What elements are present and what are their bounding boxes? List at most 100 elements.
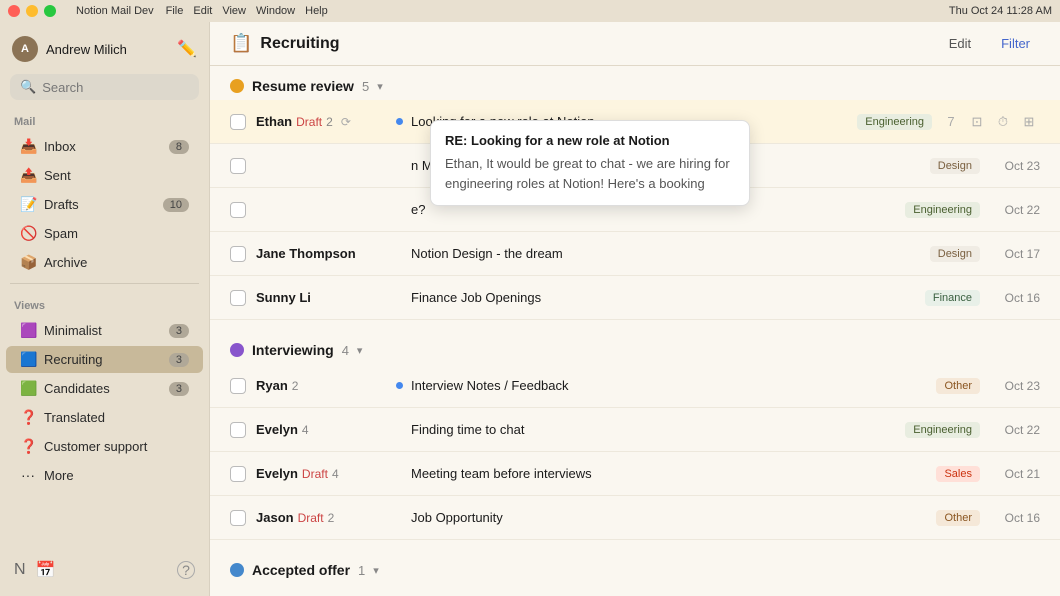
row-sender-ryan: Ryan 2 — [256, 378, 396, 393]
sidebar-item-spam[interactable]: 🚫 Spam — [6, 220, 203, 247]
group-chevron-accepted[interactable]: ▾ — [373, 564, 379, 577]
notion-icon[interactable]: N — [14, 561, 26, 579]
group-title-resume: Resume review — [252, 78, 354, 94]
candidates-badge: 3 — [169, 382, 189, 396]
archive-label: Archive — [44, 255, 189, 270]
unread-dot — [396, 382, 403, 389]
compose-icon[interactable]: ✏️ — [177, 39, 197, 59]
action-icon-1[interactable]: 7 — [940, 111, 962, 133]
recruiting-badge: 3 — [169, 353, 189, 367]
customer-support-icon: ❓ — [20, 438, 36, 455]
minimalist-icon: 🟪 — [20, 322, 36, 339]
row-tag-evelyn-2: Sales — [936, 466, 980, 482]
search-icon: 🔍 — [20, 79, 36, 95]
more-icon: ··· — [20, 467, 36, 483]
group-chevron-resume[interactable]: ▾ — [377, 80, 383, 93]
inbox-label: Inbox — [44, 139, 161, 154]
close-button[interactable] — [8, 5, 20, 17]
row-checkbox[interactable] — [230, 158, 246, 174]
group-chevron-interviewing[interactable]: ▾ — [357, 344, 363, 357]
email-row-ethan[interactable]: Ethan Draft 2 ⟳ Looking for a new role a… — [210, 100, 1060, 144]
main-panel: 📋 Recruiting Edit Filter Resume review 5… — [210, 22, 1060, 596]
menu-file[interactable]: File — [166, 5, 184, 17]
candidates-icon: 🟩 — [20, 380, 36, 397]
app-name: Notion Mail Dev — [76, 5, 154, 17]
spacer-2 — [210, 540, 1060, 550]
sidebar-item-drafts[interactable]: 📝 Drafts 10 — [6, 191, 203, 218]
search-bar[interactable]: 🔍 Search — [10, 74, 199, 100]
sidebar-item-inbox[interactable]: 📥 Inbox 8 — [6, 133, 203, 160]
action-icon-4[interactable]: ⊞ — [1018, 111, 1040, 133]
page-icon: 📋 — [230, 33, 252, 54]
row-tag-jason: Other — [936, 510, 980, 526]
action-icon-2[interactable]: ⊡ — [966, 111, 988, 133]
group-dot-resume — [230, 79, 244, 93]
datetime: Thu Oct 24 11:28 AM — [949, 5, 1052, 17]
email-row-jane[interactable]: Jane Thompson Notion Design - the dream … — [210, 232, 1060, 276]
sync-icon: ⟳ — [341, 115, 351, 129]
sidebar: A Andrew Milich ✏️ 🔍 Search Mail 📥 Inbox… — [0, 22, 210, 596]
account-switcher[interactable]: A Andrew Milich ✏️ — [0, 30, 209, 68]
email-row-eli[interactable]: Eli MacKinnon Working at Notion Engineer… — [210, 584, 1060, 596]
row-subject-jason: Job Opportunity — [411, 510, 926, 525]
sidebar-item-minimalist[interactable]: 🟪 Minimalist 3 — [6, 317, 203, 344]
spam-icon: 🚫 — [20, 225, 36, 242]
row-sender-jason: Jason Draft 2 — [256, 510, 396, 525]
titlebar: Notion Mail Dev File Edit View Window He… — [0, 0, 1060, 22]
row-subject-evelyn-2: Meeting team before interviews — [411, 466, 926, 481]
sidebar-divider — [10, 283, 199, 284]
edit-button[interactable]: Edit — [939, 32, 981, 55]
row-date-ryan: Oct 23 — [990, 379, 1040, 393]
row-sender-jane: Jane Thompson — [256, 246, 396, 261]
sidebar-item-archive[interactable]: 📦 Archive — [6, 249, 203, 276]
row-checkbox[interactable] — [230, 422, 246, 438]
row-actions-ethan: 7 ⊡ ⏱ ⊞ — [940, 111, 1040, 133]
sidebar-item-customer-support[interactable]: ❓ Customer support — [6, 433, 203, 460]
row-checkbox[interactable] — [230, 466, 246, 482]
drafts-badge: 10 — [163, 198, 189, 212]
filter-button[interactable]: Filter — [991, 32, 1040, 55]
row-checkbox[interactable] — [230, 510, 246, 526]
group-count-interviewing: 4 — [342, 343, 349, 358]
spacer — [210, 320, 1060, 330]
row-checkbox[interactable] — [230, 202, 246, 218]
menu-window[interactable]: Window — [256, 5, 295, 17]
row-checkbox[interactable] — [230, 290, 246, 306]
menu-bar: File Edit View Window Help — [166, 5, 328, 17]
sidebar-item-sent[interactable]: 📤 Sent — [6, 162, 203, 189]
row-tag-ryan: Other — [936, 378, 980, 394]
page-title: Recruiting — [260, 35, 339, 53]
sidebar-item-translated[interactable]: ❓ Translated — [6, 404, 203, 431]
main-header: 📋 Recruiting Edit Filter — [210, 22, 1060, 66]
row-checkbox[interactable] — [230, 246, 246, 262]
mail-section-label: Mail — [0, 106, 209, 132]
row-sender-evelyn-1: Evelyn 4 — [256, 422, 396, 437]
action-icon-3[interactable]: ⏱ — [992, 111, 1014, 133]
row-sender-evelyn-2: Evelyn Draft 4 — [256, 466, 396, 481]
sidebar-item-recruiting[interactable]: 🟦 Recruiting 3 — [6, 346, 203, 373]
translated-icon: ❓ — [20, 409, 36, 426]
row-date-2: Oct 23 — [990, 159, 1040, 173]
email-row-sunny[interactable]: Sunny Li Finance Job Openings Finance Oc… — [210, 276, 1060, 320]
sidebar-footer: N 📅 ? — [0, 552, 209, 588]
row-checkbox[interactable] — [230, 378, 246, 394]
email-row-evelyn-1[interactable]: Evelyn 4 Finding time to chat Engineerin… — [210, 408, 1060, 452]
app-body: A Andrew Milich ✏️ 🔍 Search Mail 📥 Inbox… — [0, 22, 1060, 596]
minimalist-badge: 3 — [169, 324, 189, 338]
sidebar-item-candidates[interactable]: 🟩 Candidates 3 — [6, 375, 203, 402]
calendar-icon[interactable]: 📅 — [36, 560, 56, 580]
menu-help[interactable]: Help — [305, 5, 328, 17]
translated-label: Translated — [44, 410, 189, 425]
sidebar-item-more[interactable]: ··· More — [6, 462, 203, 488]
help-icon[interactable]: ? — [177, 561, 195, 579]
email-row-ryan[interactable]: Ryan 2 Interview Notes / Feedback Other … — [210, 364, 1060, 408]
avatar: A — [12, 36, 38, 62]
row-checkbox[interactable] — [230, 114, 246, 130]
menu-edit[interactable]: Edit — [193, 5, 212, 17]
email-row-evelyn-2[interactable]: Evelyn Draft 4 Meeting team before inter… — [210, 452, 1060, 496]
menu-view[interactable]: View — [222, 5, 246, 17]
minimize-button[interactable] — [26, 5, 38, 17]
maximize-button[interactable] — [44, 5, 56, 17]
drafts-icon: 📝 — [20, 196, 36, 213]
email-row-jason[interactable]: Jason Draft 2 Job Opportunity Other Oct … — [210, 496, 1060, 540]
